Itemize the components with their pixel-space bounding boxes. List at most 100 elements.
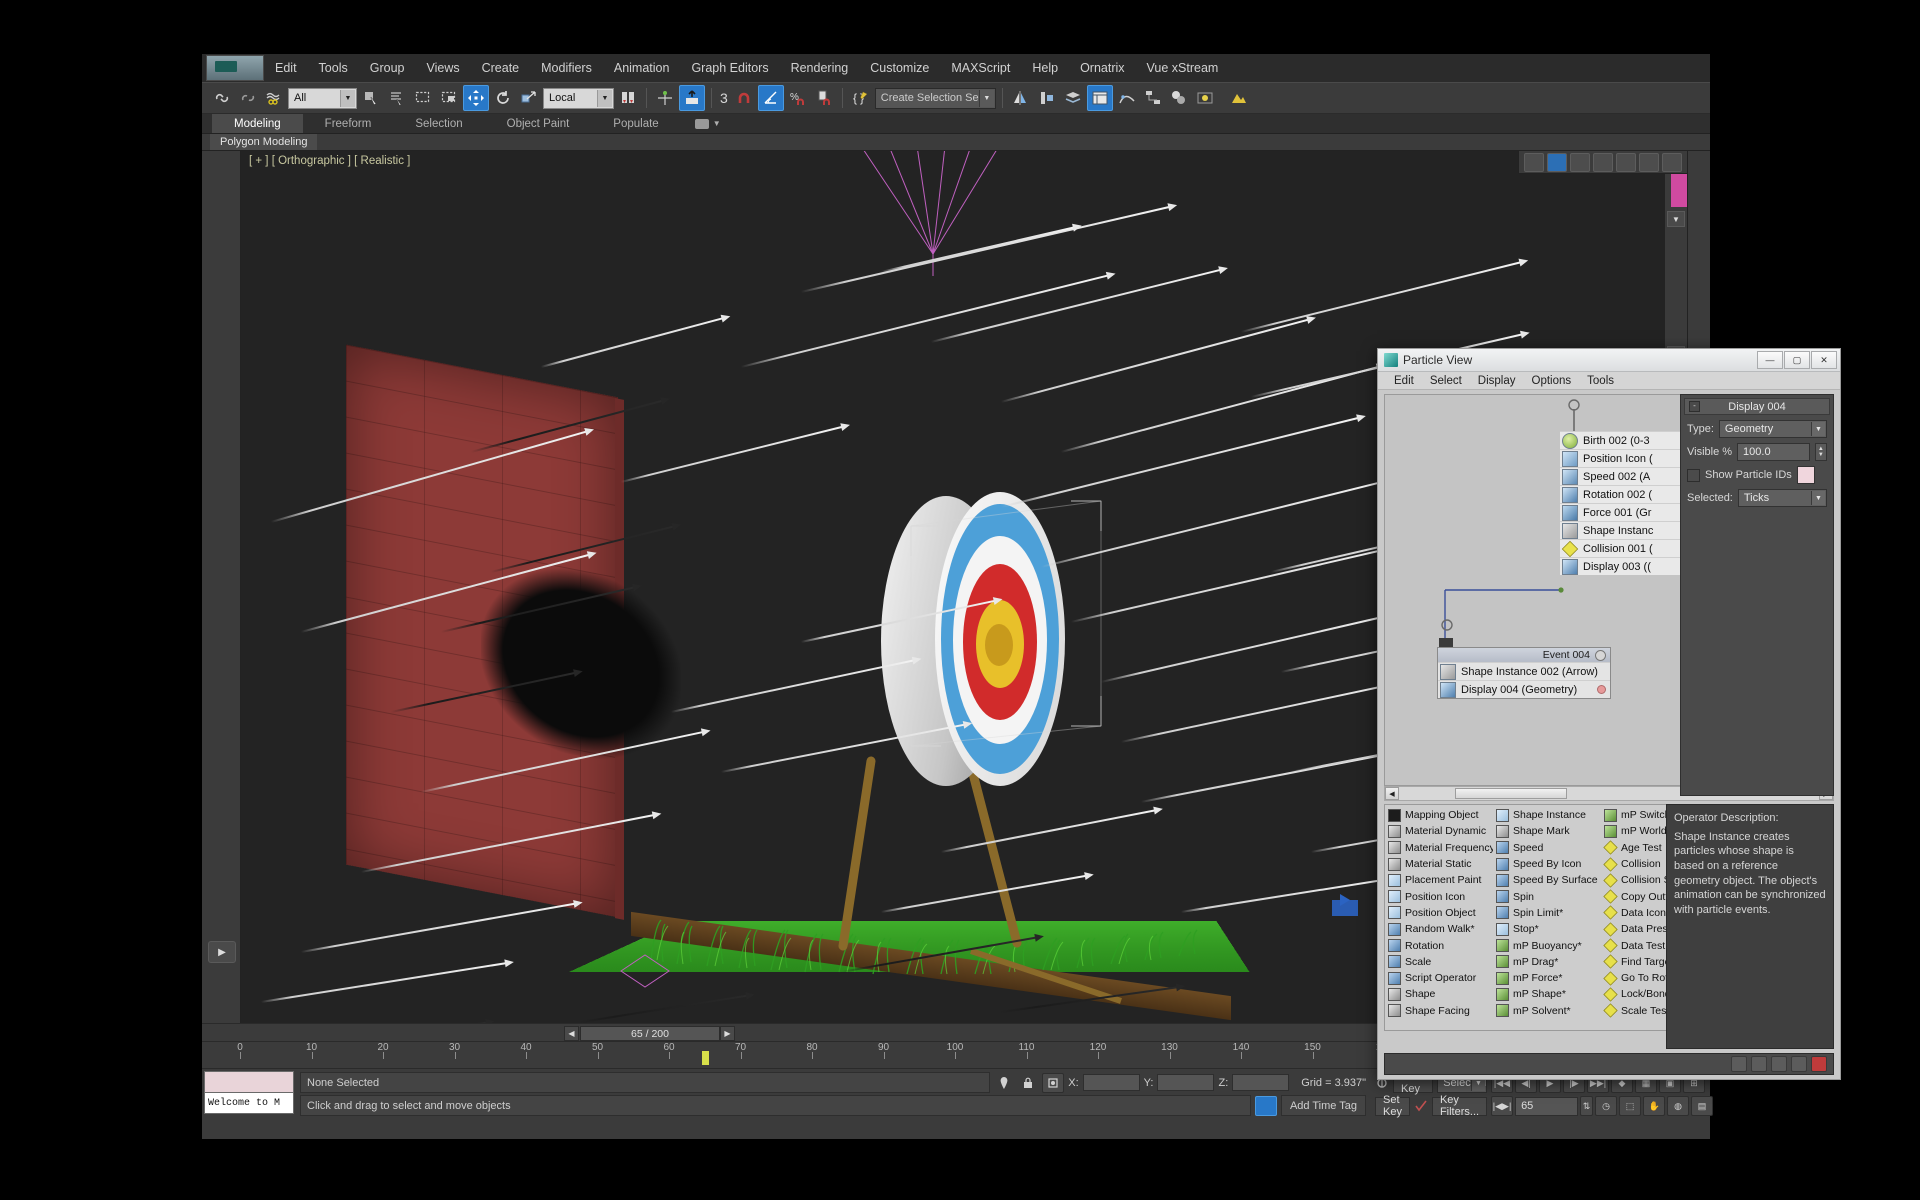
lightbulb-icon[interactable] [1595, 649, 1606, 661]
select-and-scale-icon[interactable] [517, 86, 541, 110]
playhead[interactable] [701, 1051, 709, 1065]
event-004-row-display[interactable]: Display 004 (Geometry) [1438, 680, 1610, 698]
spinner-snap-toggle-icon[interactable] [812, 86, 836, 110]
menu-item-group[interactable]: Group [359, 57, 416, 79]
menu-item-customize[interactable]: Customize [859, 57, 940, 79]
x-field[interactable] [1082, 1074, 1140, 1091]
particle-view-window[interactable]: Particle View — ▢ ✕ Edit Select Display … [1377, 348, 1841, 1080]
depot-item[interactable]: Script Operator [1385, 970, 1493, 986]
depot-item[interactable]: Mapping Object [1385, 807, 1493, 823]
rollout-header-display-004[interactable]: - Display 004 [1684, 398, 1830, 415]
ribbon-tab-object-paint[interactable]: Object Paint [485, 114, 592, 133]
depot-item[interactable]: mP Drag* [1493, 954, 1601, 970]
viewport-chart-icon[interactable] [1593, 152, 1613, 172]
pv-menu-edit[interactable]: Edit [1386, 374, 1422, 388]
listener-input-line[interactable] [204, 1071, 294, 1093]
material-editor-icon[interactable] [1167, 86, 1191, 110]
depot-item[interactable]: mP Buoyancy* [1493, 937, 1601, 953]
depot-item[interactable]: mP Shape* [1493, 986, 1601, 1002]
schematic-view-icon[interactable] [1141, 86, 1165, 110]
menu-item-views[interactable]: Views [415, 57, 470, 79]
command-panel-chevron-icon[interactable]: ▼ [1667, 211, 1685, 227]
depot-item[interactable]: Material Dynamic [1385, 823, 1493, 839]
pv-menu-options[interactable]: Options [1524, 374, 1580, 388]
key-mode-nav-icon[interactable]: |◀▶| [1491, 1096, 1514, 1116]
depot-item[interactable]: Shape Instance [1493, 807, 1601, 823]
menu-item-ornatrix[interactable]: Ornatrix [1069, 57, 1135, 79]
edit-named-selection-sets-icon[interactable]: {} [849, 86, 873, 110]
application-menu-button[interactable] [206, 55, 264, 81]
viewport-lock-icon[interactable] [1547, 152, 1567, 172]
ribbon-display-icon[interactable] [694, 118, 709, 129]
depot-item[interactable]: Position Icon [1385, 888, 1493, 904]
pan-view-icon[interactable]: ✋ [1643, 1096, 1666, 1116]
depot-item[interactable]: Rotation [1385, 937, 1493, 953]
time-slider-handle[interactable]: 65 / 200 [580, 1026, 720, 1041]
time-slider-next-icon[interactable]: ▶ [720, 1026, 735, 1041]
menu-item-vue-xstream[interactable]: Vue xStream [1136, 57, 1230, 79]
ribbon-tab-freeform[interactable]: Freeform [303, 114, 394, 133]
time-tag-icon[interactable] [1254, 1095, 1277, 1116]
event-004-row-shape-instance[interactable]: Shape Instance 002 (Arrow) [1438, 662, 1610, 680]
expand-rail-button[interactable]: ▶ [208, 941, 236, 963]
set-key-filter-icon[interactable] [1414, 1097, 1428, 1115]
named-selection-sets-combo[interactable]: Create Selection Se ▼ [874, 87, 996, 109]
pv-menu-select[interactable]: Select [1422, 374, 1470, 388]
percent-snap-toggle-icon[interactable]: % [786, 86, 810, 110]
depot-item[interactable]: Spin Limit* [1493, 905, 1601, 921]
zoom-extents-selected-icon[interactable]: ⬚ [1619, 1096, 1642, 1116]
viewport-camera-icon[interactable] [1639, 152, 1659, 172]
menu-item-maxscript[interactable]: MAXScript [940, 57, 1021, 79]
menu-item-modifiers[interactable]: Modifiers [530, 57, 603, 79]
ribbon-tab-modeling[interactable]: Modeling [212, 114, 303, 133]
ribbon-subtab-polygon-modeling[interactable]: Polygon Modeling [210, 134, 318, 150]
depot-item[interactable]: Placement Paint [1385, 872, 1493, 888]
pv-menu-display[interactable]: Display [1470, 374, 1524, 388]
listener-output-line[interactable]: Welcome to M [204, 1093, 294, 1114]
align-icon[interactable] [1035, 86, 1059, 110]
depot-item[interactable]: Speed By Icon [1493, 856, 1601, 872]
curve-editor-icon[interactable] [1115, 86, 1139, 110]
mirror-icon[interactable] [1009, 86, 1033, 110]
color-swatch-magenta[interactable] [1671, 173, 1687, 207]
pin-stack-icon[interactable] [994, 1074, 1014, 1092]
snaps-toggle-3-icon[interactable] [732, 86, 756, 110]
select-and-move-icon[interactable] [463, 85, 489, 111]
depot-item[interactable]: mP Solvent* [1493, 1003, 1601, 1019]
angle-snap-toggle-icon[interactable] [757, 85, 784, 111]
maximize-viewport-toggle-icon[interactable]: ▤ [1691, 1096, 1714, 1116]
depot-item[interactable]: Position Object [1385, 905, 1493, 921]
event-004-node[interactable]: Event 004 Shape Instance 002 (Arrow) Dis… [1437, 647, 1611, 699]
type-combo[interactable]: Geometry ▼ [1718, 420, 1827, 438]
snap-toggle-icon[interactable] [679, 85, 705, 111]
reference-coordinate-system-combo[interactable]: Local ▼ [543, 87, 614, 109]
chevron-down-icon[interactable]: ▼ [340, 89, 355, 107]
time-configuration-icon[interactable]: ◷ [1595, 1096, 1618, 1116]
zoom-extents-icon[interactable] [1791, 1056, 1807, 1072]
selected-combo[interactable]: Ticks ▼ [1737, 489, 1827, 507]
depot-item[interactable]: mP Force* [1493, 970, 1601, 986]
y-field[interactable] [1157, 1074, 1215, 1091]
menu-item-tools[interactable]: Tools [308, 57, 359, 79]
collapse-icon[interactable]: - [1689, 401, 1700, 412]
use-pivot-point-center-icon[interactable] [616, 86, 640, 110]
depot-item[interactable]: Random Walk* [1385, 921, 1493, 937]
close-button[interactable]: ✕ [1811, 351, 1837, 369]
chevron-down-icon[interactable]: ▼ [1811, 422, 1825, 436]
chevron-down-icon[interactable]: ▼ [1811, 491, 1825, 505]
render-setup-icon[interactable] [1193, 86, 1217, 110]
visible-percent-input[interactable]: 100.0 [1737, 443, 1810, 461]
minimize-button[interactable]: — [1757, 351, 1783, 369]
select-by-name-icon[interactable] [385, 86, 409, 110]
chevron-down-icon[interactable]: ▼ [597, 89, 612, 107]
menu-item-rendering[interactable]: Rendering [780, 57, 860, 79]
frame-spinner[interactable]: ⇅ [1580, 1096, 1594, 1116]
depot-item[interactable]: Scale [1385, 954, 1493, 970]
z-field[interactable] [1232, 1074, 1290, 1091]
depot-item[interactable]: Speed [1493, 840, 1601, 856]
ribbon-tab-populate[interactable]: Populate [591, 114, 680, 133]
zoom-region-icon[interactable] [1771, 1056, 1787, 1072]
orbit-icon[interactable]: ◍ [1667, 1096, 1690, 1116]
menu-item-animation[interactable]: Animation [603, 57, 681, 79]
pv-close-icon[interactable] [1811, 1056, 1827, 1072]
